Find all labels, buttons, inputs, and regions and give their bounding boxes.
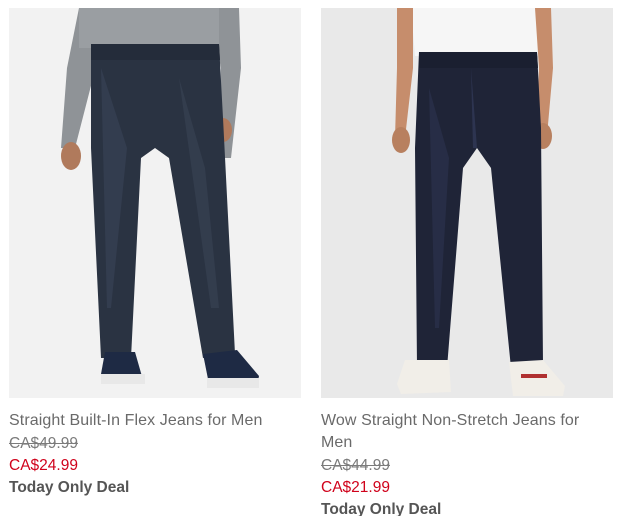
sale-price: CA$21.99: [321, 479, 390, 496]
product-card[interactable]: Straight Built-In Flex Jeans for Men CA$…: [9, 8, 301, 499]
jeans-photo-icon: [392, 8, 565, 396]
promo-label: Today Only Deal: [321, 501, 442, 516]
original-price: CA$44.99: [321, 457, 390, 474]
sale-price: CA$24.99: [9, 457, 78, 474]
original-price: CA$49.99: [9, 435, 78, 452]
jeans-photo-icon: [61, 8, 259, 388]
product-name[interactable]: Straight Built-In Flex Jeans for Men: [9, 410, 301, 432]
product-name[interactable]: Wow Straight Non-Stretch Jeans for Men: [321, 410, 613, 454]
product-image[interactable]: [321, 8, 613, 398]
promo-label: Today Only Deal: [9, 479, 130, 496]
product-card[interactable]: Wow Straight Non-Stretch Jeans for Men C…: [321, 8, 613, 516]
product-image[interactable]: [9, 8, 301, 398]
